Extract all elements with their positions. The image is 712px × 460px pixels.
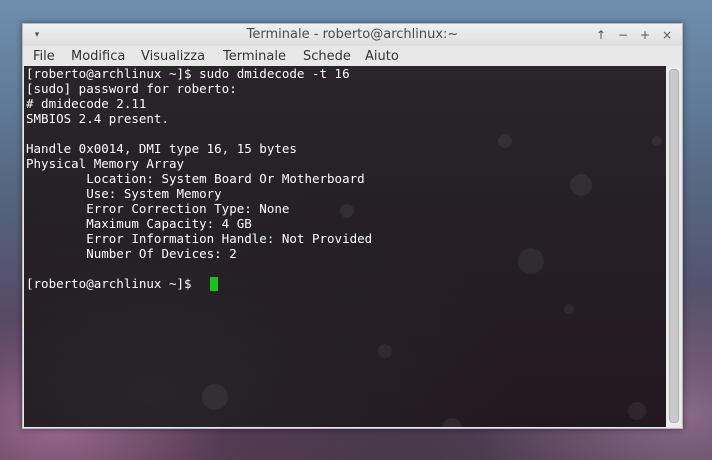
terminal-line: [roberto@archlinux ~]$ sudo dmidecode -t… [26, 66, 350, 81]
terminal-output[interactable]: [roberto@archlinux ~]$ sudo dmidecode -t… [24, 66, 666, 427]
maximize-icon[interactable]: + [637, 27, 653, 43]
terminal-line: Number Of Devices: 2 [26, 246, 237, 261]
menu-aiuto[interactable]: Aiuto [365, 46, 399, 67]
terminal-line: SMBIOS 2.4 present. [26, 111, 169, 126]
vertical-scrollbar[interactable] [666, 66, 681, 427]
terminal-line: Maximum Capacity: 4 GB [26, 216, 252, 231]
background-bokeh [498, 134, 512, 148]
minimize-icon[interactable]: − [615, 27, 631, 43]
background-bokeh [518, 248, 544, 274]
background-bokeh [628, 402, 646, 420]
terminal-cursor [210, 277, 218, 291]
title-bar[interactable]: ▾ Terminale - roberto@archlinux:~ ↑ − + … [23, 24, 682, 46]
menu-file[interactable]: File [33, 46, 55, 67]
background-bokeh [442, 418, 462, 427]
terminal-line: # dmidecode 2.11 [26, 96, 147, 111]
background-bokeh [564, 304, 574, 314]
menu-visualizza[interactable]: Visualizza [141, 46, 205, 67]
background-bokeh [202, 384, 228, 410]
terminal-text: [roberto@archlinux ~]$ sudo dmidecode -t… [26, 66, 372, 291]
terminal-line: Use: System Memory [26, 186, 222, 201]
close-icon[interactable]: × [659, 27, 675, 43]
terminal-line: [sudo] password for roberto: [26, 81, 237, 96]
menu-terminale[interactable]: Terminale [223, 46, 286, 67]
terminal-line: Error Information Handle: Not Provided [26, 231, 373, 246]
menu-modifica[interactable]: Modifica [71, 46, 125, 67]
terminal-prompt-line: [roberto@archlinux ~]$ [26, 276, 200, 291]
background-bokeh [378, 344, 392, 358]
background-bokeh [570, 174, 592, 196]
terminal-line: Location: System Board Or Motherboard [26, 171, 365, 186]
scrollbar-thumb[interactable] [669, 69, 679, 423]
terminal-line: Physical Memory Array [26, 156, 185, 171]
terminal-line: Error Correction Type: None [26, 201, 290, 216]
terminal-window: ▾ Terminale - roberto@archlinux:~ ↑ − + … [22, 23, 683, 429]
menu-bar: File Modifica Visualizza Terminale Sched… [23, 46, 682, 67]
terminal-line: Handle 0x0014, DMI type 16, 15 bytes [26, 141, 297, 156]
shade-icon[interactable]: ↑ [593, 27, 609, 43]
background-bokeh [652, 136, 662, 146]
window-title: Terminale - roberto@archlinux:~ [246, 27, 459, 42]
menu-schede[interactable]: Schede [303, 46, 351, 67]
